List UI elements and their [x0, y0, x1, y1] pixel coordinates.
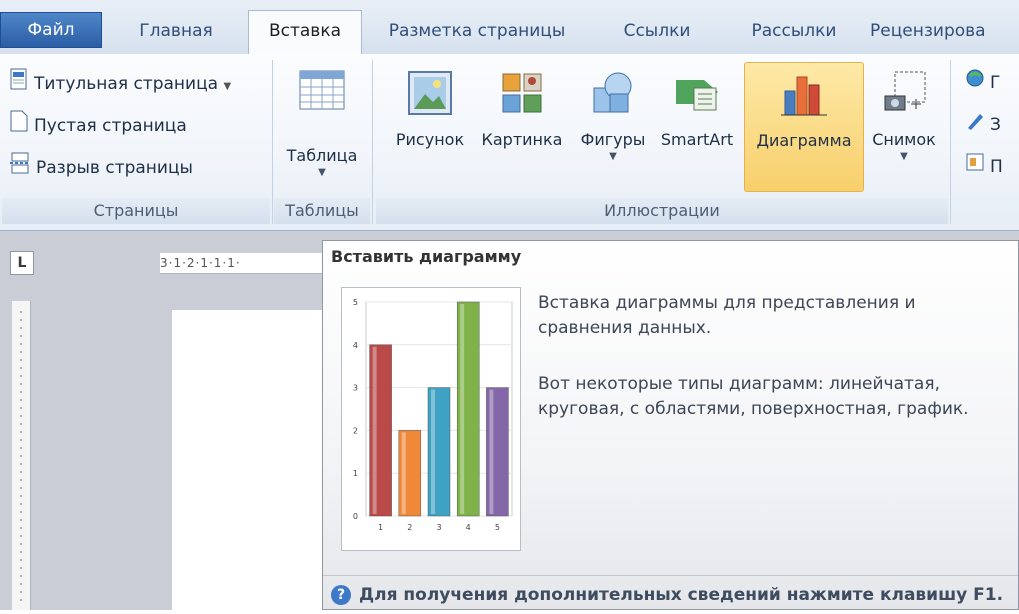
smartart-button-label: SmartArt	[660, 130, 734, 149]
insert-chart-tooltip: Вставить диаграмму 0 1 2 3 4 5 1 2 3 4 5 Вставка д…	[322, 240, 1019, 610]
clip-art-button[interactable]: Картинка	[474, 62, 570, 190]
bookmark-label: З	[990, 115, 1001, 135]
blank-page-label: Пустая страница	[34, 116, 187, 136]
chart-x-tick-label: 2	[407, 523, 412, 532]
tab-file[interactable]: Файл	[0, 12, 102, 48]
hyperlink-icon	[966, 68, 984, 98]
cross-reference-icon	[966, 152, 984, 182]
screenshot-icon	[866, 70, 942, 120]
chart-y-tick-label: 5	[353, 298, 358, 307]
chart-y-tick-label: 1	[353, 469, 358, 478]
chart-bar-highlight	[372, 346, 377, 514]
blank-page-icon	[10, 110, 28, 142]
tooltip-description: Вставка диаграммы для представления и ср…	[538, 293, 916, 338]
smartart-icon	[654, 70, 740, 120]
chart-button[interactable]: Диаграмма	[744, 62, 864, 192]
tooltip-chart-types: Вот некоторые типы диаграмм: линейчатая,…	[538, 374, 969, 419]
tooltip-help-text: Для получения дополнительных сведений на…	[359, 585, 1004, 605]
cover-page-label: Титульная страница	[34, 74, 219, 94]
tab-insert[interactable]: Вставка	[248, 10, 362, 56]
screenshot-dropdown-icon: ▼	[900, 151, 908, 162]
vertical-ruler-ticks	[20, 311, 22, 601]
cover-page-icon	[10, 68, 28, 100]
bookmark-button[interactable]: З	[966, 110, 1001, 140]
horizontal-ruler[interactable]: 3·1·2·1·1·1·	[160, 253, 330, 274]
shapes-icon	[576, 70, 650, 120]
tab-references[interactable]: Ссылки	[598, 16, 716, 54]
chart-x-tick-label: 4	[466, 523, 471, 532]
screenshot-button-label: Снимок	[872, 130, 936, 149]
page-break-label: Разрыв страницы	[36, 158, 193, 178]
smartart-button[interactable]: SmartArt	[654, 62, 740, 190]
chart-icon	[745, 71, 863, 121]
pages-group-label: Страницы	[2, 198, 270, 224]
chart-y-tick-label: 2	[353, 426, 358, 435]
page-break-icon	[10, 152, 30, 184]
tooltip-title: Вставить диаграмму	[331, 247, 522, 266]
shapes-button-label: Фигуры	[580, 130, 646, 149]
tab-mailings[interactable]: Рассылки	[724, 16, 864, 54]
chart-bar-highlight	[431, 389, 435, 514]
chart-preview-svg: 0 1 2 3 4 5 1 2 3 4 5	[353, 298, 513, 532]
chart-y-tick-label: 3	[353, 384, 358, 393]
screenshot-button[interactable]: Снимок ▼	[866, 62, 942, 190]
cover-page-button[interactable]: Титульная страница ▼	[10, 68, 231, 98]
bookmark-icon	[966, 110, 984, 140]
tab-page-layout[interactable]: Разметка страницы	[368, 16, 586, 54]
tab-review[interactable]: Рецензирова	[870, 16, 1019, 54]
table-icon	[276, 70, 368, 114]
shapes-button[interactable]: Фигуры ▼	[576, 62, 650, 190]
hyperlink-label: Г	[990, 73, 1001, 93]
table-button[interactable]: Таблица ▼	[276, 62, 368, 190]
tooltip-separator	[323, 575, 1018, 576]
clip-art-button-label: Картинка	[481, 130, 563, 149]
table-button-label: Таблица	[286, 146, 358, 165]
tooltip-help: ? Для получения дополнительных сведений н…	[331, 585, 1003, 605]
ribbon-insert: Титульная страница ▼ Пустая страница Раз…	[0, 54, 1019, 231]
page-break-button[interactable]: Разрыв страницы	[10, 152, 193, 182]
chart-bar-highlight	[401, 432, 406, 514]
document-page[interactable]	[172, 310, 332, 610]
blank-page-button[interactable]: Пустая страница	[10, 110, 187, 140]
chart-bar-highlight	[460, 304, 465, 514]
picture-button[interactable]: Рисунок	[388, 62, 472, 190]
illustrations-group-label: Иллюстрации	[376, 198, 948, 224]
hyperlink-button[interactable]: Г	[966, 68, 1000, 98]
chart-x-tick-label: 3	[436, 523, 441, 532]
table-dropdown-icon: ▼	[318, 167, 326, 178]
group-separator	[950, 60, 951, 224]
group-separator	[372, 60, 373, 224]
picture-icon	[388, 70, 472, 120]
ribbon-tab-bar: Файл Главная Вставка Разметка страницы С…	[0, 0, 1019, 56]
cover-page-dropdown-icon: ▼	[223, 81, 232, 92]
chart-button-label: Диаграмма	[756, 131, 852, 150]
cross-reference-button[interactable]: П	[966, 152, 1003, 182]
tab-home[interactable]: Главная	[112, 16, 240, 54]
picture-button-label: Рисунок	[395, 130, 465, 149]
chart-y-tick-label: 4	[353, 341, 358, 350]
tab-selector-button[interactable]: L	[10, 251, 34, 275]
help-icon: ?	[331, 585, 351, 605]
shapes-dropdown-icon: ▼	[609, 151, 617, 162]
chart-x-tick-label: 1	[378, 523, 383, 532]
chart-x-tick-label: 5	[495, 523, 500, 532]
tooltip-chart-preview: 0 1 2 3 4 5 1 2 3 4 5	[341, 287, 521, 551]
tables-group-label: Таблицы	[274, 198, 370, 224]
clip-art-icon	[474, 70, 570, 120]
vertical-ruler[interactable]	[12, 301, 31, 610]
chart-y-tick-label: 0	[353, 512, 358, 521]
group-separator	[272, 60, 273, 224]
cross-reference-label: П	[990, 157, 1003, 177]
chart-bar-highlight	[489, 389, 494, 514]
